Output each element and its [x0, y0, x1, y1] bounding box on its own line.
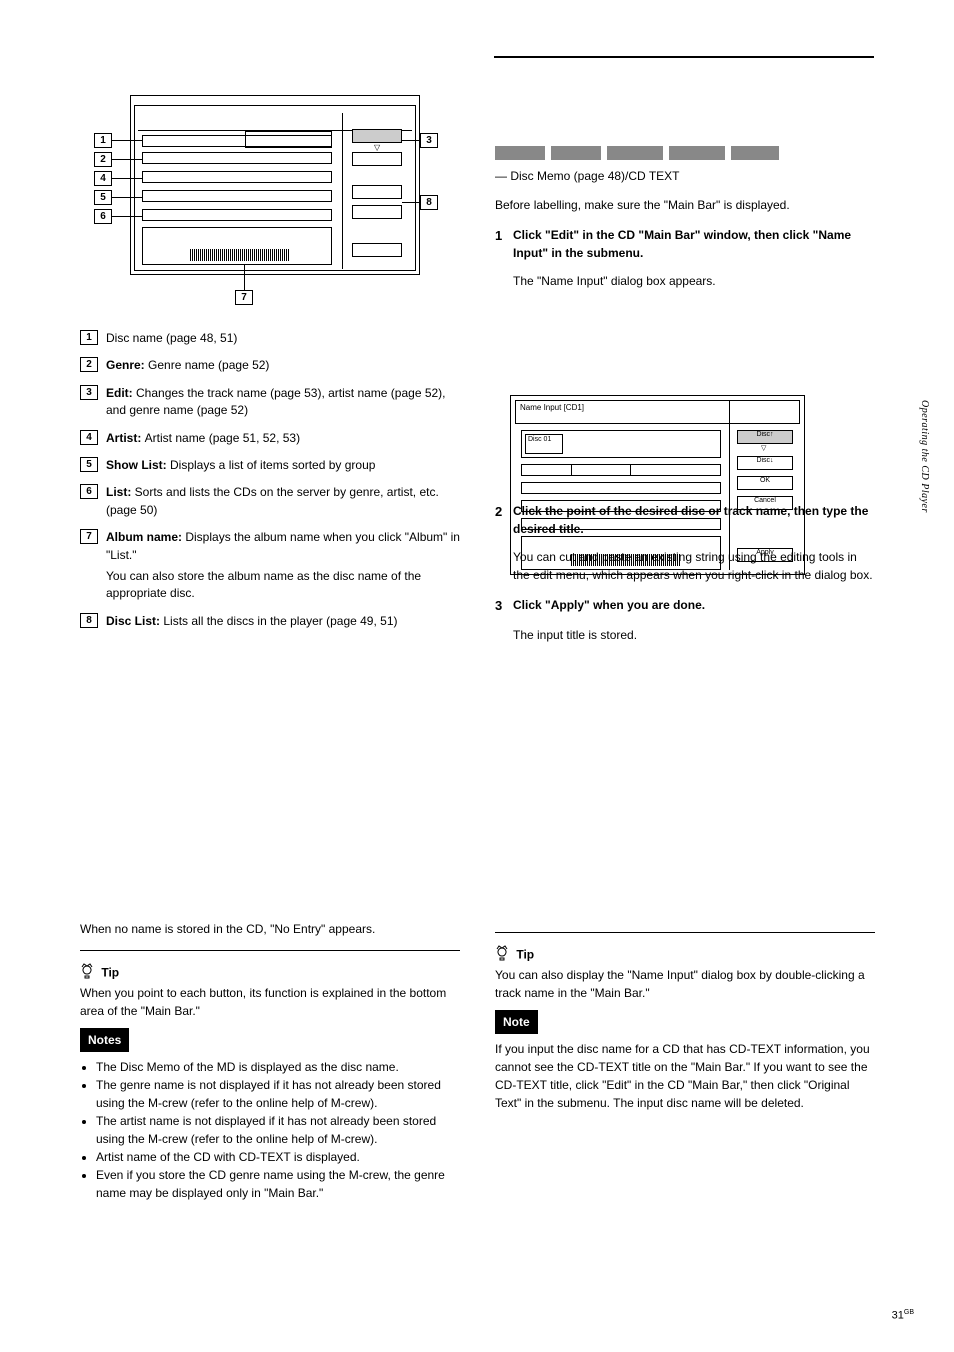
step-3: Click "Apply" when you are done.: [513, 596, 875, 616]
callout-2: 2: [94, 152, 112, 167]
note-badge: Note: [495, 1010, 538, 1034]
desc-5: Show List: Displays a list of items sort…: [106, 457, 460, 474]
desc-7: Album name: Displays the album name when…: [106, 529, 460, 564]
note-item: The Disc Memo of the MD is displayed as …: [96, 1058, 460, 1076]
tip-icon: [80, 963, 94, 984]
notes-badge: Notes: [80, 1028, 129, 1052]
right-note-text: If you input the disc name for a CD that…: [495, 1040, 875, 1112]
callout-5: 5: [94, 190, 112, 205]
no-entry-text: When no name is stored in the CD, "No En…: [80, 920, 460, 938]
callout-4: 4: [94, 171, 112, 186]
top-rule: [494, 56, 874, 58]
note-item: The genre name is not displayed if it ha…: [96, 1076, 460, 1112]
callout-6: 6: [94, 209, 112, 224]
desc-8: Disc List: Lists all the discs in the pl…: [106, 613, 460, 630]
right-lower-notes: Tip You can also display the "Name Input…: [495, 920, 875, 1112]
intro-text: Before labelling, make sure the "Main Ba…: [495, 196, 875, 214]
callout-descriptions: 1Disc name (page 48, 51) 2Genre: Genre n…: [80, 330, 460, 640]
desc-2: Genre: Genre name (page 52): [106, 357, 460, 374]
step-1-after: The "Name Input" dialog box appears.: [513, 272, 875, 290]
name-input-dialog: Name Input [CD1] Disc 01 Disc↑ ▽ Disc↓ O…: [510, 395, 805, 575]
note-item: Artist name of the CD with CD-TEXT is di…: [96, 1148, 460, 1166]
tip-text: When you point to each button, its funct…: [80, 984, 460, 1020]
desc-6: List: Sorts and lists the CDs on the ser…: [106, 484, 460, 519]
left-lower-notes: When no name is stored in the CD, "No En…: [80, 920, 460, 1202]
subtitle: — Disc Memo (page 48)/CD TEXT: [495, 168, 855, 184]
callout-7: 7: [235, 290, 253, 305]
disc-up-button[interactable]: Disc↑: [737, 430, 793, 444]
note-item: The artist name is not displayed if it h…: [96, 1112, 460, 1148]
desc-4: Artist: Artist name (page 51, 52, 53): [106, 430, 460, 447]
step-1: Click "Edit" in the CD "Main Bar" window…: [513, 226, 875, 262]
callout-3: 3: [420, 133, 438, 148]
section-sidebar: Operating the CD Player: [919, 400, 930, 513]
hidden-title: [495, 145, 785, 160]
step-3-after: The input title is stored.: [513, 626, 875, 644]
callout-1: 1: [94, 133, 112, 148]
apply-button[interactable]: Apply: [737, 548, 793, 562]
chevron-down-icon: ▽: [374, 143, 380, 152]
page-number: 31GB: [892, 1309, 914, 1322]
chevron-down-icon: ▽: [761, 444, 766, 452]
disc-down-button[interactable]: Disc↓: [737, 456, 793, 470]
callout-8: 8: [420, 195, 438, 210]
page: — Disc Memo (page 48)/CD TEXT ▽ 1 2 3: [0, 0, 954, 1352]
desc-7b: You can also store the album name as the…: [106, 568, 460, 603]
cancel-button[interactable]: Cancel: [737, 496, 793, 510]
note-item: Even if you store the CD genre name usin…: [96, 1166, 460, 1202]
tip-icon: [495, 945, 509, 966]
desc-3: Edit: Changes the track name (page 53), …: [106, 385, 460, 420]
main-bar-diagram: ▽ 1 2 3 4 5 6 7 8: [80, 95, 450, 310]
ok-button[interactable]: OK: [737, 476, 793, 490]
desc-1: Disc name (page 48, 51): [106, 330, 460, 347]
tip-text-right: You can also display the "Name Input" di…: [495, 966, 875, 1002]
